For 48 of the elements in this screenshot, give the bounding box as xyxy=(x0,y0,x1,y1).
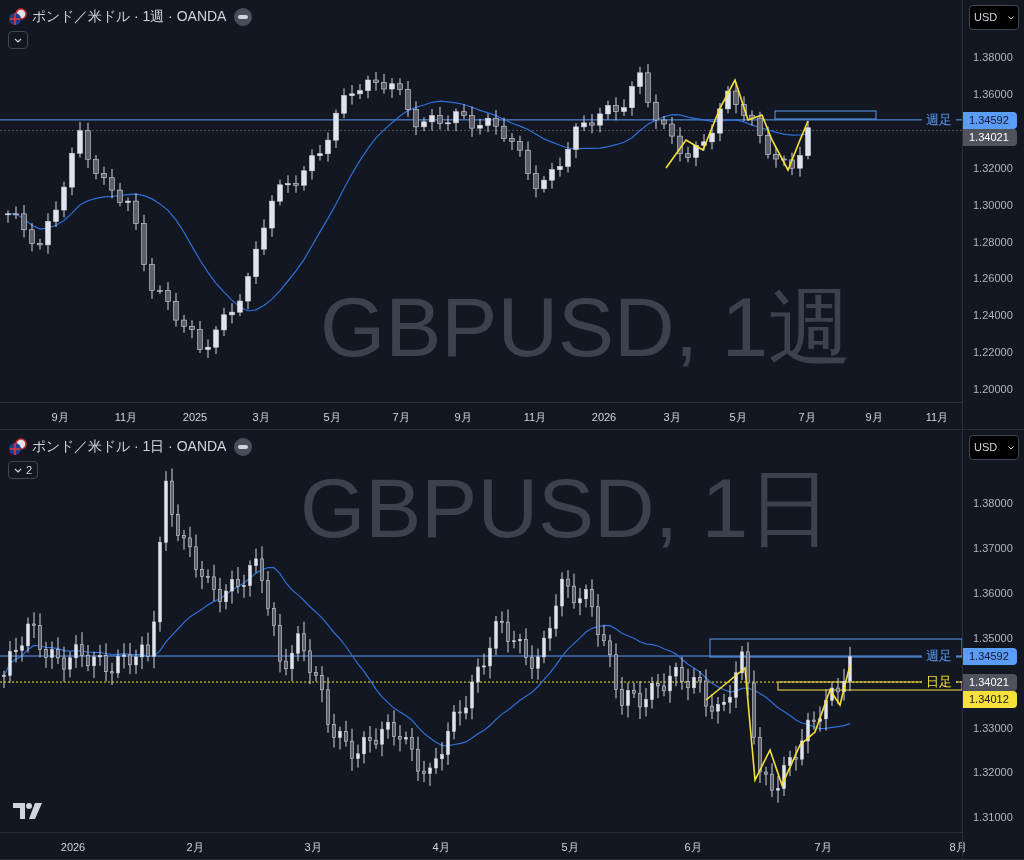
price-axis-label: 1.38000 xyxy=(973,498,1013,509)
currency-dropdown[interactable]: USD xyxy=(969,435,1019,460)
price-tag: 1.34592 xyxy=(963,648,1017,665)
price-tag: 1.34592 xyxy=(963,111,1017,129)
price-axis-label: 1.37000 xyxy=(973,542,1013,554)
time-axis-label: 11月 xyxy=(925,410,949,426)
price-axis-label: 1.20000 xyxy=(973,384,1013,396)
time-axis-label: 9月 xyxy=(454,410,472,426)
time-axis-label: 11月 xyxy=(114,410,138,426)
time-axis-label: 4月 xyxy=(432,840,450,856)
price-axis-label: 1.26000 xyxy=(973,273,1013,285)
time-axis-label: 3月 xyxy=(663,410,681,426)
price-axis-label: 1.24000 xyxy=(973,310,1013,322)
line-label: 週足 xyxy=(922,112,956,126)
time-axis-label: 5月 xyxy=(323,410,341,426)
price-axis-label: 1.35000 xyxy=(973,632,1013,644)
line-label: 週足 xyxy=(922,649,956,662)
price-axis-label: 1.32000 xyxy=(973,162,1013,174)
price-axis-label: 1.30000 xyxy=(973,199,1013,211)
time-axis-label: 2025 xyxy=(182,410,208,426)
time-axis-label: 2026 xyxy=(60,840,86,856)
time-axis-label: 9月 xyxy=(865,410,883,426)
time-axis-label: 3月 xyxy=(304,840,322,856)
price-axis-label: 1.36000 xyxy=(973,587,1013,599)
line-label: 日足 xyxy=(922,675,956,689)
time-axis-label: 5月 xyxy=(729,410,747,426)
symbol-title[interactable]: ポンド／米ドル · 1週 · OANDA xyxy=(32,6,227,27)
time-axis-label: 11月 xyxy=(523,410,547,426)
time-axis-label: 2月 xyxy=(186,840,204,856)
collapse-button[interactable]: 2 xyxy=(8,461,39,479)
price-axis-label: 1.31000 xyxy=(973,812,1013,824)
price-axis-label: 1.32000 xyxy=(973,767,1013,779)
time-axis-label: 3月 xyxy=(252,410,270,426)
time-axis-label: 5月 xyxy=(561,840,579,856)
time-axis-label: 9月 xyxy=(51,410,69,426)
time-axis-label: 2026 xyxy=(591,410,617,426)
price-tag: 1.34021 xyxy=(963,673,1017,691)
time-axis-label: 7月 xyxy=(798,410,816,426)
time-axis-label: 7月 xyxy=(392,410,410,426)
time-axis-label: 6月 xyxy=(684,840,702,856)
currency-dropdown[interactable]: USD xyxy=(969,5,1019,30)
price-axis-label: 1.33000 xyxy=(973,722,1013,734)
price-axis-label: 1.22000 xyxy=(973,347,1013,359)
price-axis-label: 1.28000 xyxy=(973,236,1013,248)
price-axis-label: 1.36000 xyxy=(973,88,1013,100)
time-axis-label: 7月 xyxy=(814,840,832,856)
symbol-title[interactable]: ポンド／米ドル · 1日 · OANDA xyxy=(32,436,227,457)
price-axis-label: 1.38000 xyxy=(973,52,1013,63)
